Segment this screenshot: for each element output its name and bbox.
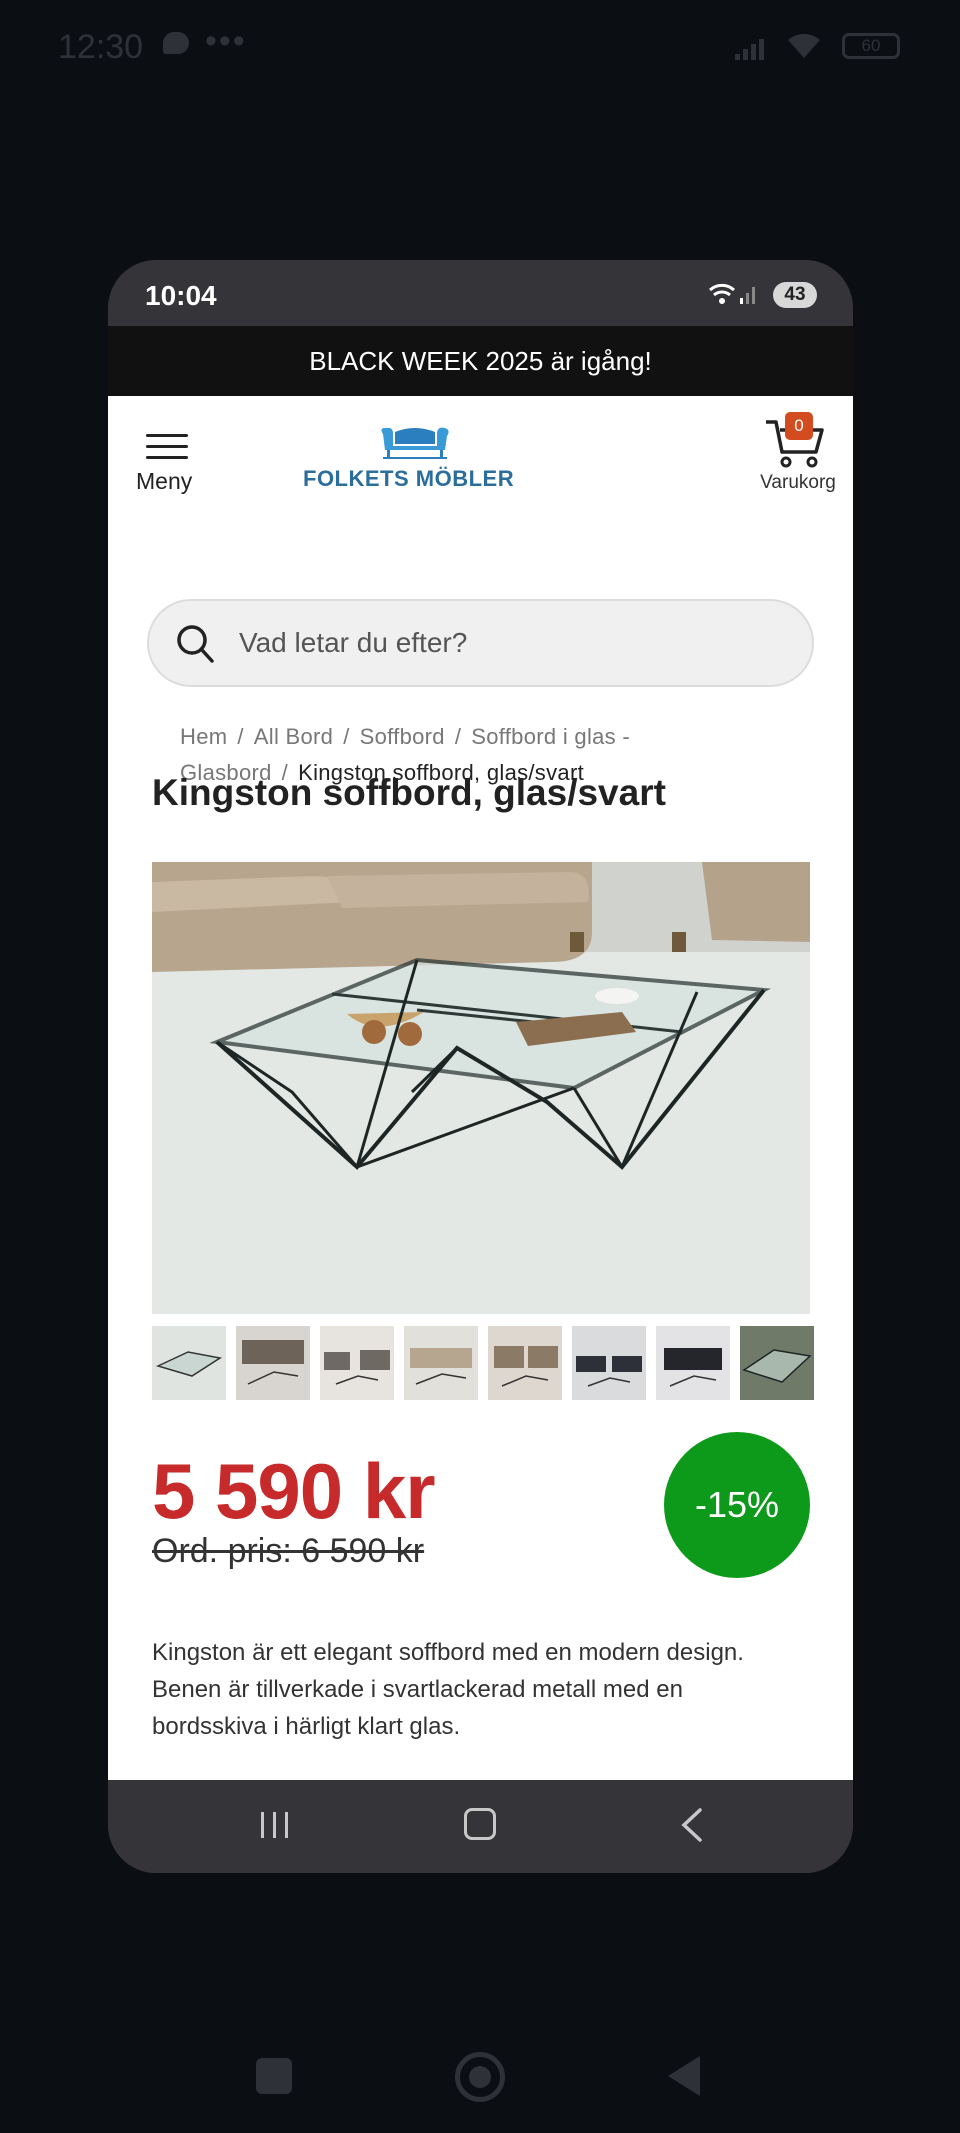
cart-label: Varukorg [760,472,836,493]
thumbnail[interactable] [152,1326,226,1400]
product-title: Kingston soffbord, glas/svart [152,772,666,813]
outer-status-bar: 12:30 ••• 60 [0,0,960,95]
thumbnail[interactable] [656,1326,730,1400]
coffee-table-photo [152,862,810,1314]
wifi-icon [788,33,820,58]
phone-battery-icon: 43 [773,282,817,308]
cart-count-badge: 0 [785,412,813,440]
cart-button[interactable]: 0 Varukorg [748,412,848,502]
outer-navigation-bar [0,2040,960,2133]
recent-apps-button[interactable] [258,1810,292,1840]
search-input[interactable] [239,617,779,669]
home-button[interactable] [464,1808,496,1840]
outer-status-time: 12:30 [58,28,144,66]
site-logo[interactable]: FOLKETS MÖBLER [303,424,533,499]
search-bar[interactable] [147,599,814,687]
thumbnail[interactable] [572,1326,646,1400]
hamburger-icon [146,434,188,460]
phone-frame: 10:04 43 BLACK WEEK 2025 är igång! Meny [108,260,853,1873]
back-button[interactable] [678,1808,704,1842]
thumbnail[interactable] [404,1326,478,1400]
menu-button[interactable]: Meny [136,434,200,504]
breadcrumb-all-bord[interactable]: All Bord [254,724,333,749]
phone-status-bar: 10:04 43 [108,260,853,326]
thumbnail-strip [152,1326,814,1400]
current-price: 5 590 kr [152,1447,436,1535]
phone-navigation-bar [108,1780,853,1873]
thumbnail[interactable] [488,1326,562,1400]
discount-badge: -15% [664,1432,810,1578]
breadcrumb-soffbord[interactable]: Soffbord [360,724,445,749]
original-price: Ord. pris: 6 590 kr [152,1532,425,1570]
signal-icon [735,39,764,60]
menu-label: Meny [136,468,193,494]
product-main-image[interactable] [152,862,810,1314]
wifi-signal-icon [709,283,755,304]
web-page: BLACK WEEK 2025 är igång! Meny FOLKETS M… [108,326,853,1780]
logo-text: FOLKETS MÖBLER [303,466,515,491]
breadcrumb-separator: / [237,724,244,749]
thumbnail[interactable] [320,1326,394,1400]
breadcrumb-separator: / [454,724,462,749]
sofa-logo-icon [381,427,449,459]
more-notifications-icon: ••• [205,22,247,60]
thumbnail[interactable] [740,1326,814,1400]
outer-battery-icon: 60 [842,33,900,59]
chat-icon [163,32,189,54]
promo-banner[interactable]: BLACK WEEK 2025 är igång! [108,326,853,396]
breadcrumb-separator: / [343,724,350,749]
breadcrumb-home[interactable]: Hem [180,724,227,749]
thumbnail[interactable] [236,1326,310,1400]
product-description: Kingston är ett elegant soffbord med en … [152,1639,744,1740]
outer-home-button[interactable] [455,2052,505,2102]
site-header: Meny FOLKETS MÖBLER 0 Varukorg [108,396,853,531]
phone-status-time: 10:04 [145,280,217,311]
search-icon [177,625,214,663]
outer-back-button[interactable] [666,2054,702,2098]
outer-recent-button[interactable] [256,2058,292,2094]
